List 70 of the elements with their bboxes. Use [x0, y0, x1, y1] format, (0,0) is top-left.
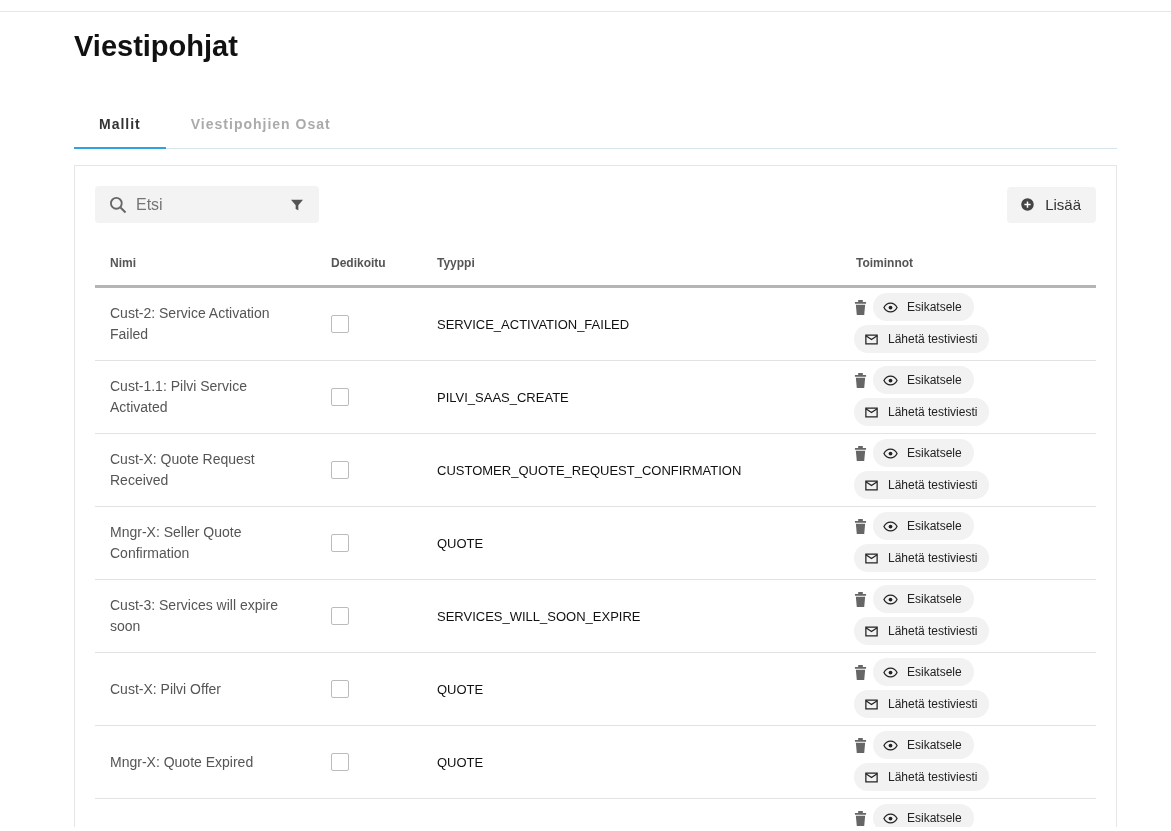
- envelope-icon: [864, 696, 879, 712]
- checkbox[interactable]: [331, 607, 349, 625]
- preview-button[interactable]: Esikatsele: [873, 585, 974, 613]
- checkbox[interactable]: [331, 388, 349, 406]
- checkbox[interactable]: [331, 315, 349, 333]
- send-test-button[interactable]: Lähetä testiviesti: [854, 544, 990, 572]
- column-header: Dedikoitu: [330, 255, 387, 270]
- table-cell-text: Cust-3: Services will expire soon: [110, 596, 280, 636]
- table-cell-text: Cust-1.1: Pilvi Service Activated: [110, 377, 248, 417]
- table-cell: CUSTOMER_QUOTE_REQUEST_CONFIRMATION: [437, 463, 742, 478]
- table-cell-text: Cust-X: Quote Request Received: [110, 450, 256, 490]
- envelope-icon: [864, 550, 879, 566]
- checkbox[interactable]: [331, 461, 349, 479]
- eye-icon: [883, 737, 898, 753]
- preview-button[interactable]: Esikatsele: [873, 512, 974, 540]
- send-test-button[interactable]: Lähetä testiviesti: [854, 617, 990, 645]
- table-cell-text: Mngr-X: Quote Expired: [110, 752, 255, 772]
- send-test-button[interactable]: Lähetä testiviesti: [854, 690, 990, 718]
- preview-button[interactable]: Esikatsele: [873, 658, 974, 686]
- preview-button[interactable]: Esikatsele: [873, 293, 974, 321]
- search-icon: [108, 194, 128, 215]
- trash-icon: [854, 371, 867, 389]
- envelope-icon: [864, 769, 879, 785]
- table-cell: QUOTE: [437, 536, 484, 551]
- table-cell: SERVICES_WILL_SOON_EXPIRE: [437, 609, 641, 624]
- checkbox[interactable]: [331, 534, 349, 552]
- eye-icon: [883, 372, 898, 388]
- envelope-icon: [864, 623, 879, 639]
- eye-icon: [883, 299, 898, 315]
- eye-icon: [883, 445, 898, 461]
- trash-icon: [854, 809, 867, 827]
- checkbox[interactable]: [331, 753, 349, 771]
- table-cell: QUOTE: [437, 755, 484, 770]
- page-title: Viestipohjat: [74, 29, 239, 63]
- checkbox[interactable]: [331, 680, 349, 698]
- eye-icon: [883, 591, 898, 607]
- envelope-icon: [864, 404, 879, 420]
- table-cell-text: Mngr-X: Seller Quote Confirmation: [110, 523, 243, 563]
- search-field[interactable]: Etsi: [95, 186, 319, 223]
- tab[interactable]: Mallit: [74, 106, 166, 149]
- preview-button[interactable]: Esikatsele: [873, 731, 974, 759]
- envelope-icon: [864, 331, 879, 347]
- column-header: Toiminnot: [855, 255, 915, 270]
- trash-icon: [854, 444, 867, 462]
- send-test-button[interactable]: Lähetä testiviesti: [854, 398, 990, 426]
- preview-button[interactable]: Esikatsele: [873, 366, 974, 394]
- send-test-button[interactable]: Lähetä testiviesti: [854, 763, 990, 791]
- trash-icon: [854, 590, 867, 608]
- table-cell-text: Cust-2: Service Activation Failed: [110, 304, 271, 344]
- trash-icon: [854, 736, 867, 754]
- envelope-icon: [864, 477, 879, 493]
- send-test-button[interactable]: Lähetä testiviesti: [854, 471, 990, 499]
- table-cell: SERVICE_ACTIVATION_FAILED: [437, 317, 630, 332]
- trash-icon: [854, 298, 867, 316]
- eye-icon: [883, 810, 898, 826]
- table-cell: QUOTE: [437, 682, 484, 697]
- trash-icon: [854, 663, 867, 681]
- table-cell-text: Cust-X: Pilvi Offer: [110, 679, 222, 699]
- column-header: Nimi: [109, 255, 137, 270]
- eye-icon: [883, 664, 898, 680]
- preview-button[interactable]: Esikatsele: [873, 804, 974, 827]
- column-header: Tyyppi: [436, 255, 476, 270]
- search-input[interactable]: Etsi: [134, 194, 283, 215]
- eye-icon: [883, 518, 898, 534]
- trash-icon: [854, 517, 867, 535]
- preview-button[interactable]: Esikatsele: [873, 439, 974, 467]
- send-test-button[interactable]: Lähetä testiviesti: [854, 325, 990, 353]
- add-button[interactable]: Lisää: [1007, 186, 1096, 223]
- plus-circle-icon: [1020, 197, 1036, 212]
- table-cell: PILVI_SAAS_CREATE: [437, 390, 569, 405]
